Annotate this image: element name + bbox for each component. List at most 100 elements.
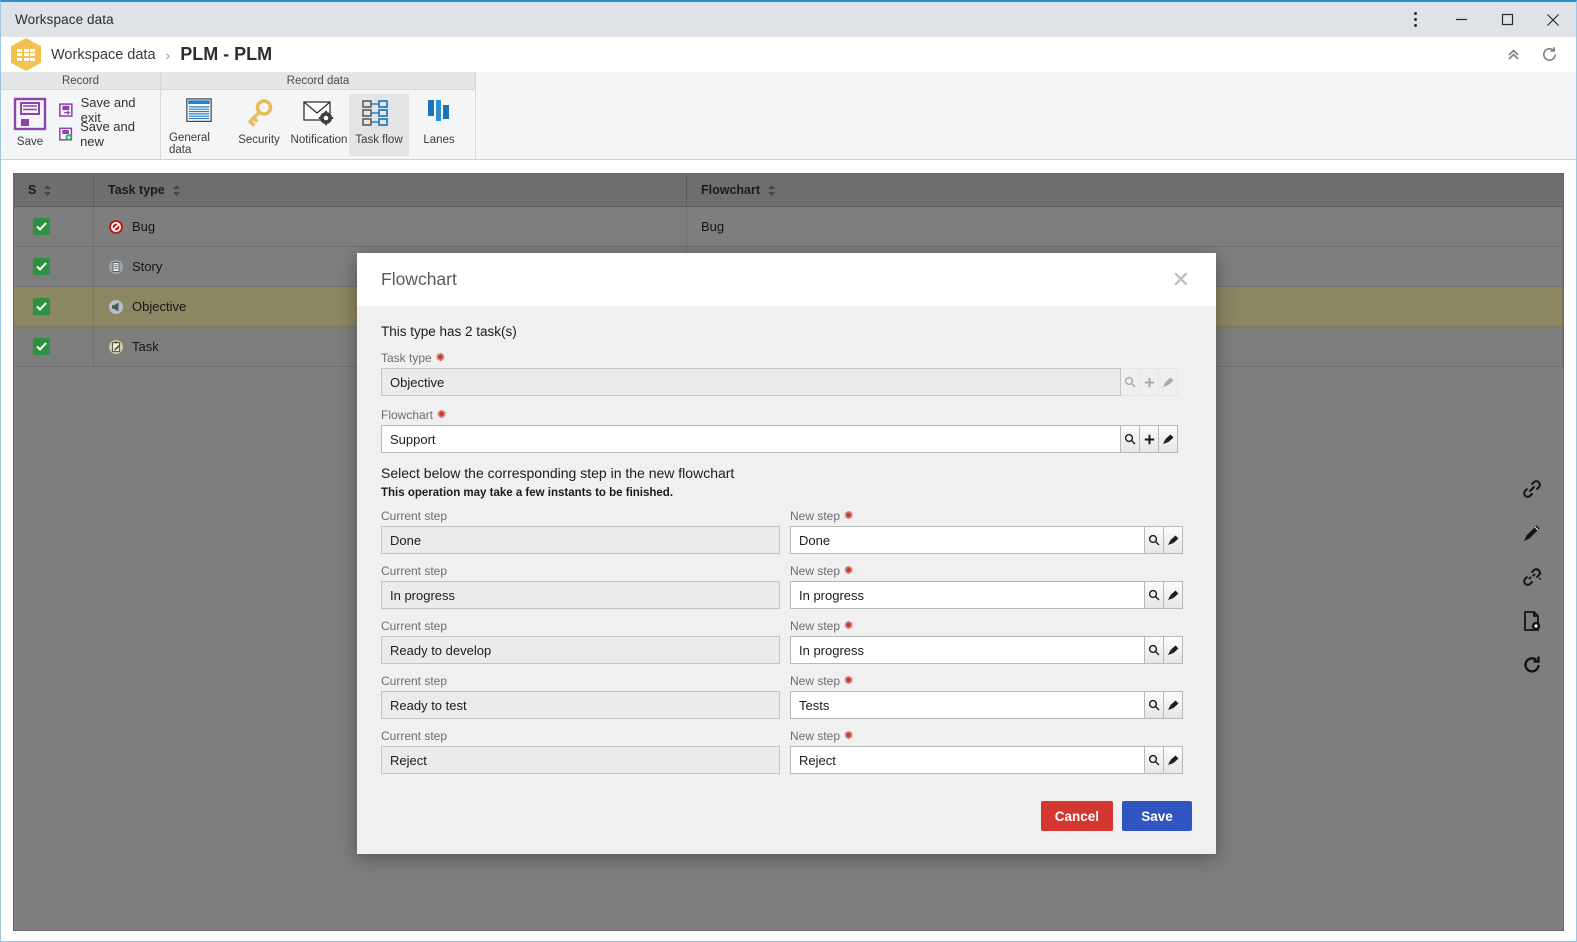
table-header-row: S Task type Flowchart (14, 174, 1563, 207)
refresh-icon[interactable] (1534, 40, 1564, 70)
search-icon[interactable] (1145, 636, 1164, 664)
save-button[interactable]: Save (1122, 801, 1192, 831)
current-step-label: Current step (381, 509, 448, 523)
breadcrumb-separator-icon: › (165, 46, 171, 63)
flowchart-modal: Flowchart ✕ This type has 2 task(s) Task… (357, 253, 1216, 854)
tab-task-flow[interactable]: Task flow (349, 94, 409, 156)
cancel-button[interactable]: Cancel (1040, 801, 1113, 831)
row-checkbox-cell[interactable] (14, 327, 94, 366)
current-step-label: Current step (381, 674, 448, 688)
brush-clear-icon[interactable] (1164, 746, 1183, 774)
new-step-input[interactable]: Done (790, 526, 1145, 554)
tab-security[interactable]: Security (229, 94, 289, 156)
new-step-col: New step ✺ In progress (790, 619, 1189, 664)
search-icon[interactable] (1145, 581, 1164, 609)
modal-header: Flowchart ✕ (357, 253, 1216, 306)
key-icon (247, 99, 273, 127)
row-checkbox-cell[interactable] (14, 287, 94, 326)
current-step-input: Ready to develop (381, 636, 780, 664)
row-task-type-label: Bug (132, 219, 156, 234)
search-icon[interactable] (1145, 526, 1164, 554)
tab-security-label: Security (238, 134, 280, 146)
chevron-double-up-icon[interactable] (1498, 40, 1528, 70)
brush-clear-icon[interactable] (1159, 425, 1178, 453)
pencil-edit-icon[interactable] (1517, 518, 1547, 548)
unlink-broken-icon[interactable] (1517, 562, 1547, 592)
link-icon[interactable] (1517, 474, 1547, 504)
modal-body: This type has 2 task(s) Task type ✺ Obje… (357, 306, 1216, 774)
window-maximize-icon[interactable] (1484, 2, 1530, 37)
task-type-input[interactable]: Objective (381, 368, 1121, 396)
search-icon (1121, 368, 1140, 396)
tab-general-data[interactable]: General data (169, 94, 229, 156)
step-mapping-row: Current step In progress New step ✺ In p… (381, 564, 1192, 609)
sort-icon[interactable] (43, 184, 52, 197)
column-header-task-type[interactable]: Task type (94, 174, 687, 206)
row-task-type-label: Story (132, 259, 163, 274)
checkbox-checked-icon[interactable] (33, 218, 50, 235)
right-vertical-toolbar (1514, 474, 1550, 680)
task-type-field-label-text: Task type (381, 351, 432, 365)
new-step-input[interactable]: Tests (790, 691, 1145, 719)
plus-icon[interactable] (1140, 425, 1159, 453)
current-step-col: Current step Done (381, 509, 780, 554)
required-asterisk-icon: ✺ (844, 564, 854, 577)
search-icon[interactable] (1145, 691, 1164, 719)
row-checkbox-cell[interactable] (14, 247, 94, 286)
checkbox-checked-icon[interactable] (33, 258, 50, 275)
new-step-input-group: Tests (790, 691, 1189, 719)
search-icon[interactable] (1121, 425, 1140, 453)
lanes-icon (428, 100, 449, 121)
window-titlebar: Workspace data (1, 2, 1576, 37)
brush-clear-icon[interactable] (1164, 526, 1183, 554)
brush-clear-icon (1159, 368, 1178, 396)
tab-notification[interactable]: Notification (289, 94, 349, 156)
brush-clear-icon[interactable] (1164, 581, 1183, 609)
brush-clear-icon[interactable] (1164, 691, 1183, 719)
new-step-label-text: New step (790, 674, 841, 688)
row-task-type-label: Task (132, 339, 159, 354)
document-gear-icon[interactable] (1517, 606, 1547, 636)
step-mapping-row: Current step Reject New step ✺ Reject (381, 729, 1192, 774)
checkbox-checked-icon[interactable] (33, 298, 50, 315)
current-step-input: Ready to test (381, 691, 780, 719)
breadcrumb-root-link[interactable]: Workspace data (51, 47, 156, 63)
window-menu-kebab-icon[interactable] (1392, 2, 1438, 37)
new-step-input[interactable]: Reject (790, 746, 1145, 774)
flowchart-input[interactable]: Support (381, 425, 1121, 453)
ribbon-group-record-caption: Record (1, 72, 160, 90)
section-note: This operation may take a few instants t… (381, 487, 674, 499)
search-icon[interactable] (1145, 746, 1164, 774)
new-step-col: New step ✺ Tests (790, 674, 1189, 719)
new-step-input-group: In progress (790, 636, 1189, 664)
sort-icon[interactable] (172, 184, 181, 197)
sort-icon[interactable] (767, 184, 776, 197)
page-title: PLM - PLM (180, 44, 273, 64)
table-row[interactable]: Bug Bug (14, 207, 1563, 247)
column-header-flowchart-label: Flowchart (701, 183, 761, 197)
tab-lanes[interactable]: Lanes (409, 94, 469, 156)
refresh-circular-icon[interactable] (1517, 650, 1547, 680)
save-and-new-button[interactable]: Save and new (53, 119, 154, 149)
checkbox-checked-icon[interactable] (33, 338, 50, 355)
window-minimize-icon[interactable] (1438, 2, 1484, 37)
floppy-save-icon (13, 97, 47, 131)
save-new-icon (59, 127, 73, 141)
task-flow-icon (362, 100, 388, 126)
window-close-icon[interactable] (1530, 2, 1576, 37)
row-checkbox-cell[interactable] (14, 207, 94, 246)
new-step-label: New step ✺ (790, 729, 1189, 743)
save-button[interactable]: Save (7, 94, 53, 148)
close-icon[interactable]: ✕ (1168, 267, 1194, 293)
plus-icon (1140, 368, 1159, 396)
new-step-input[interactable]: In progress (790, 636, 1145, 664)
breadcrumb-bar: Workspace data › PLM - PLM (1, 37, 1576, 72)
current-step-col: Current step In progress (381, 564, 780, 609)
current-step-input: Reject (381, 746, 780, 774)
column-header-selection[interactable]: S (14, 174, 94, 206)
save-exit-icon (59, 102, 73, 117)
new-step-input[interactable]: In progress (790, 581, 1145, 609)
workspace-grid-icon (11, 38, 41, 71)
column-header-flowchart[interactable]: Flowchart (687, 174, 1563, 206)
brush-clear-icon[interactable] (1164, 636, 1183, 664)
